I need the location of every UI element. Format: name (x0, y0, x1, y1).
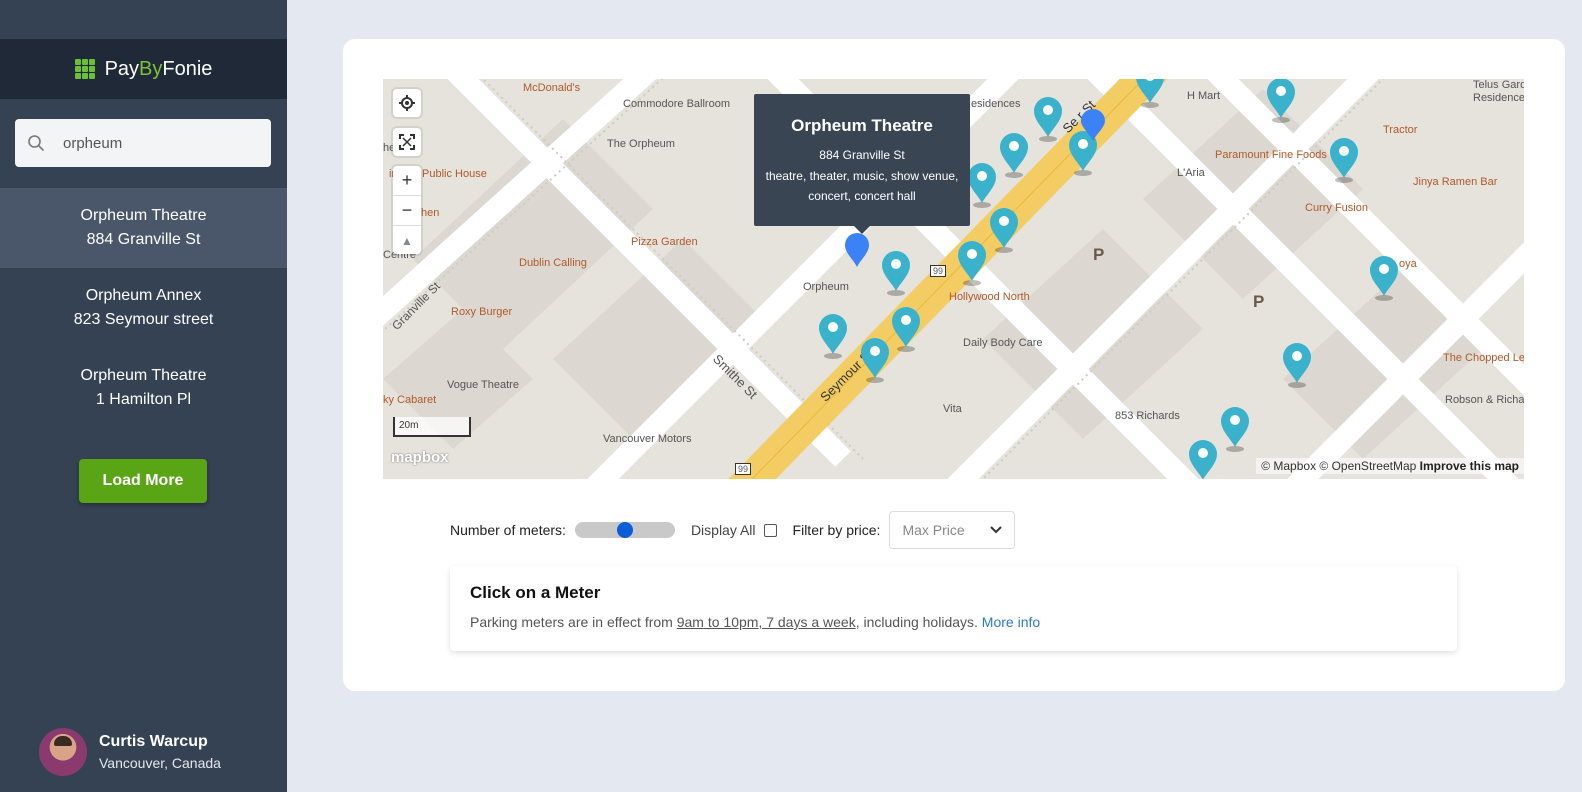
map-label: Pizza Garden (631, 236, 698, 248)
parking-icon: P (1253, 292, 1265, 311)
filter-price-label: Filter by price: (792, 522, 881, 538)
slider-thumb[interactable] (616, 522, 633, 538)
map-label: Vogue Theatre (447, 379, 519, 391)
map-label: Vancouver Motors (603, 433, 692, 445)
result-address: 884 Granville St (86, 231, 201, 248)
geolocate-icon[interactable] (393, 89, 421, 117)
map-label: oya (1399, 258, 1417, 270)
hours-text: 9am to 10pm, 7 days a week (676, 614, 856, 630)
map-label: Daily Body Care (963, 337, 1043, 349)
map-attribution: © Mapbox © OpenStreetMap Improve this ma… (1256, 458, 1524, 474)
result-name: Orpheum Theatre (80, 367, 207, 384)
results-list: Orpheum Theatre 884 Granville St Orpheum… (0, 188, 287, 428)
map-label: Roxy Burger (451, 306, 513, 318)
map-label: Jinya Ramen Bar (1413, 176, 1498, 188)
highway-shield-icon: 99 (930, 265, 947, 277)
info-text: Parking meters are in effect from 9am to… (470, 614, 1041, 630)
sidebar: PayByFonie Orpheum Theatre 884 Granville… (0, 0, 287, 792)
map-label: Paramount Fine Foods (1215, 149, 1327, 161)
result-address: 823 Seymour street (73, 311, 214, 328)
info-title: Click on a Meter (470, 583, 601, 602)
improve-map-link[interactable]: Improve this map (1420, 459, 1519, 473)
zoom-in-icon[interactable]: + (393, 166, 421, 196)
fullscreen-icon[interactable] (393, 128, 421, 156)
map-label: Residences (1473, 92, 1524, 104)
map-popup: Orpheum Theatre 884 Granville St theatre… (754, 94, 970, 234)
highway-shield-icon: 99 (735, 463, 752, 475)
compass-icon[interactable]: ▲ (393, 226, 421, 255)
map-label: Hollywood North (949, 291, 1030, 303)
meter-info-box: Click on a Meter Parking meters are in e… (450, 566, 1457, 651)
result-item[interactable]: Orpheum Theatre 884 Granville St (0, 188, 287, 268)
map-scale: 20m (393, 417, 471, 437)
filter-controls: Number of meters: Display All Filter by … (450, 511, 1016, 549)
display-all-checkbox[interactable] (763, 523, 777, 537)
map-label: ky Cabaret (383, 394, 437, 406)
map-label: Tractor (1383, 124, 1418, 136)
popup-address: 884 Granville St (819, 148, 905, 162)
map-label: McDonald's (523, 82, 581, 94)
map-label: Commodore Ballroom (623, 98, 730, 110)
grid-logo-icon (74, 59, 95, 79)
result-name: Orpheum Theatre (80, 207, 207, 224)
user-profile[interactable]: Curtis Warcup Vancouver, Canada (39, 728, 221, 776)
map-label: Telus Garde (1473, 79, 1524, 91)
search-icon (28, 135, 44, 151)
user-location: Vancouver, Canada (99, 755, 221, 771)
map-label: Vita (943, 403, 962, 415)
map-label: Dublin Calling (519, 257, 587, 269)
popup-title: Orpheum Theatre (791, 116, 933, 135)
map[interactable]: McDonald's Commodore Ballroom The Orpheu… (383, 79, 1524, 479)
display-all-label: Display All (690, 522, 756, 538)
max-price-placeholder: Max Price (902, 522, 965, 538)
meters-label: Number of meters: (450, 522, 566, 538)
search-input[interactable] (63, 127, 263, 159)
result-name: Orpheum Annex (85, 287, 202, 304)
map-label: L'Aria (1177, 167, 1205, 179)
map-label: 853 Richards (1115, 410, 1180, 422)
map-label: Robson & Richards (1445, 394, 1524, 406)
mapbox-logo[interactable]: mapbox (391, 449, 449, 466)
zoom-out-icon[interactable]: − (393, 196, 421, 226)
user-name: Curtis Warcup (99, 733, 208, 750)
max-price-select[interactable]: Max Price (889, 511, 1016, 549)
meters-slider[interactable] (574, 522, 675, 538)
search-box[interactable] (15, 119, 271, 167)
map-label: Curry Fusion (1305, 202, 1368, 214)
more-info-link[interactable]: More info (982, 614, 1040, 630)
brand-header: PayByFonie (0, 39, 287, 99)
attribution-text[interactable]: © Mapbox © OpenStreetMap (1261, 459, 1416, 473)
result-address: 1 Hamilton Pl (95, 391, 192, 408)
parking-icon: P (1093, 245, 1105, 264)
map-label: H Mart (1187, 90, 1220, 102)
zoom-controls: + − ▲ (393, 166, 421, 254)
chevron-down-icon (990, 526, 1003, 534)
avatar (39, 728, 87, 776)
map-label: Residences (963, 98, 1021, 110)
map-label: The Orpheum (607, 138, 675, 150)
result-item[interactable]: Orpheum Annex 823 Seymour street (0, 268, 287, 348)
popup-tags: theatre, theater, music, show venue, con… (765, 169, 959, 203)
map-label: The Chopped Le (1443, 352, 1524, 364)
brand-name: PayByFonie (104, 57, 213, 80)
map-label: Orpheum (803, 281, 849, 293)
load-more-button[interactable]: Load More (79, 459, 207, 503)
result-item[interactable]: Orpheum Theatre 1 Hamilton Pl (0, 348, 287, 428)
